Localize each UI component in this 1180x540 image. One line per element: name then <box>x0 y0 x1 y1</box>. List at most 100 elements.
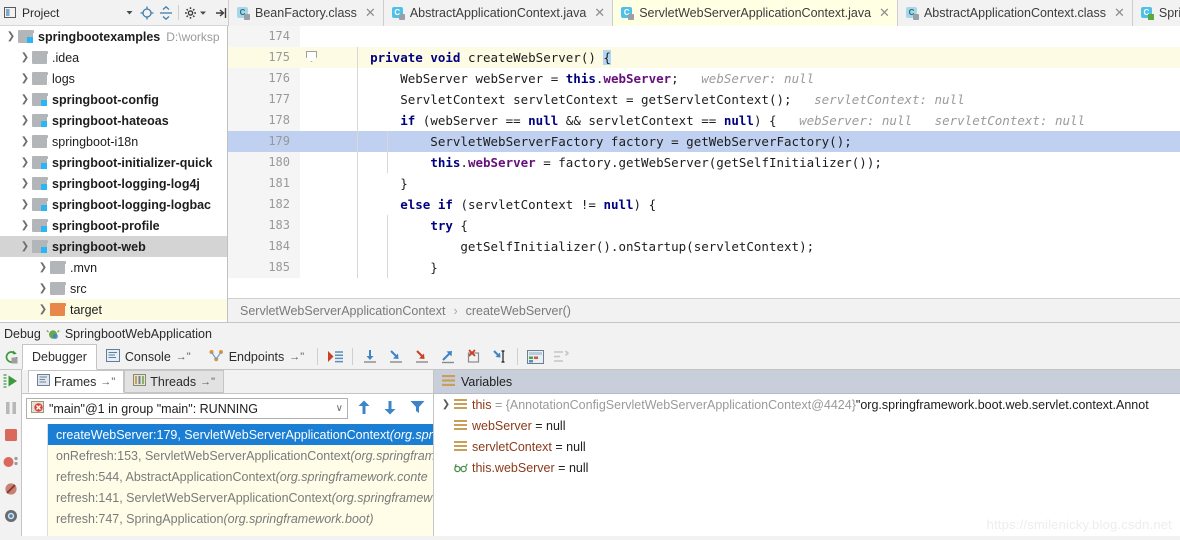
code-text[interactable]: private void createWebServer() { <box>324 47 1180 68</box>
close-icon[interactable]: ✕ <box>1114 5 1125 21</box>
chevron-down-icon[interactable]: ∨ <box>336 403 343 414</box>
pause-program-icon[interactable] <box>4 401 18 418</box>
breadcrumb-method[interactable]: createWebServer() <box>466 304 571 318</box>
code-text[interactable]: else if (servletContext != null) { <box>324 194 1180 215</box>
tree-row-springbootexamples[interactable]: ❯ springbootexamples D:\worksp <box>0 26 227 47</box>
frame-row[interactable]: refresh:747, SpringApplication (org.spri… <box>48 508 433 529</box>
fold-gutter[interactable] <box>300 236 324 257</box>
move-up-icon[interactable] <box>354 400 374 418</box>
chevron-right-icon[interactable]: ❯ <box>36 283 50 294</box>
filter-frames-icon[interactable] <box>406 400 429 417</box>
evaluate-expression-icon[interactable] <box>522 344 548 369</box>
variable-row[interactable]: ❯ this = {AnnotationConfigServletWebServe… <box>434 394 1180 415</box>
mute-breakpoints-icon[interactable] <box>4 482 18 499</box>
code-line[interactable]: 181 } <box>228 173 1180 194</box>
project-tree[interactable]: ❯ springbootexamples D:\worksp ❯ .idea ❯… <box>0 26 228 322</box>
code-text[interactable]: try { <box>324 215 1180 236</box>
variables-list[interactable]: ❯ this = {AnnotationConfigServletWebServe… <box>434 394 1180 478</box>
fold-gutter[interactable] <box>300 89 324 110</box>
breadcrumb-class[interactable]: ServletWebServerApplicationContext <box>240 304 445 318</box>
chevron-right-icon[interactable]: ❯ <box>18 178 32 189</box>
tree-row-springboot-initializer-quick[interactable]: ❯ springboot-initializer-quick <box>0 152 227 173</box>
code-editor[interactable]: 174 175 private void createWebServer() {1… <box>228 26 1180 322</box>
tree-row-springboot-logging-logback[interactable]: ❯ springboot-logging-logbac <box>0 194 227 215</box>
close-icon[interactable]: ✕ <box>879 5 890 21</box>
fold-gutter[interactable] <box>300 173 324 194</box>
editor-tab-servletwebserverapplicationcontext-java[interactable]: C ServletWebServerApplicationContext.jav… <box>613 0 898 26</box>
chevron-right-icon[interactable]: ❯ <box>36 262 50 273</box>
variable-row[interactable]: ❯servletContext = null <box>434 436 1180 457</box>
tree-row-springboot-profile[interactable]: ❯ springboot-profile <box>0 215 227 236</box>
settings-layout-icon[interactable] <box>548 344 574 369</box>
pin-tab-icon[interactable]: →" <box>200 376 215 388</box>
editor-tab-springapplication[interactable]: C SpringA <box>1132 0 1180 26</box>
code-text[interactable]: getSelfInitializer().onStartup(servletCo… <box>324 236 1180 257</box>
chevron-right-icon[interactable]: ❯ <box>36 304 50 315</box>
chevron-down-icon[interactable]: ❯ <box>4 31 18 42</box>
chevron-right-icon[interactable]: ❯ <box>18 136 32 147</box>
chevron-right-icon[interactable]: ❯ <box>18 115 32 126</box>
editor-tab-abstractapplicationcontext-class[interactable]: C AbstractApplicationContext.class ✕ <box>897 0 1133 26</box>
chevron-right-icon[interactable]: ❯ <box>18 94 32 105</box>
code-text[interactable]: } <box>324 173 1180 194</box>
code-line[interactable]: 175 private void createWebServer() { <box>228 47 1180 68</box>
force-step-into-icon[interactable] <box>409 344 435 369</box>
debugger-settings-icon[interactable] <box>4 509 18 526</box>
frames-list[interactable]: createWebServer:179, ServletWebServerApp… <box>48 424 433 536</box>
fold-gutter[interactable] <box>300 68 324 89</box>
tab-endpoints[interactable]: Endpoints →" <box>200 344 314 370</box>
code-text[interactable]: } <box>324 257 1180 278</box>
tree-row-springboot-web[interactable]: ❯ springboot-web <box>0 236 227 257</box>
editor-tab-beanfactory-class[interactable]: C BeanFactory.class ✕ <box>228 0 384 26</box>
fold-gutter[interactable] <box>300 152 324 173</box>
resume-program-icon[interactable] <box>3 374 19 391</box>
code-line[interactable]: 174 <box>228 26 1180 47</box>
fold-gutter[interactable] <box>300 110 324 131</box>
debug-config-name[interactable]: SpringbootWebApplication <box>65 327 212 341</box>
code-line[interactable]: 185 } <box>228 257 1180 278</box>
tree-row-springboot-config[interactable]: ❯ springboot-config <box>0 89 227 110</box>
code-text[interactable]: ServletContext servletContext = getServl… <box>324 89 1180 110</box>
move-down-icon[interactable] <box>380 400 400 418</box>
rerun-icon[interactable] <box>0 344 22 369</box>
variable-row[interactable]: ❯this.webServer = null <box>434 457 1180 478</box>
tree-row-springboot-i18n[interactable]: ❯ springboot-i18n <box>0 131 227 152</box>
chevron-right-icon[interactable]: ❯ <box>18 73 32 84</box>
frame-row[interactable]: createWebServer:179, ServletWebServerApp… <box>48 424 433 445</box>
tab-frames[interactable]: Frames →" <box>28 370 125 393</box>
drop-frame-icon[interactable] <box>461 344 487 369</box>
step-out-icon[interactable] <box>435 344 461 369</box>
code-line[interactable]: 176 WebServer webServer = this.webServer… <box>228 68 1180 89</box>
stop-icon[interactable] <box>4 428 18 445</box>
chevron-right-icon[interactable]: ❯ <box>18 199 32 210</box>
hide-panel-icon[interactable] <box>214 6 228 20</box>
thread-selector[interactable]: "main"@1 in group "main": RUNNING ∨ <box>26 398 348 419</box>
fold-gutter[interactable] <box>300 131 324 152</box>
pin-tab-icon[interactable]: →" <box>289 351 304 363</box>
chevron-right-icon[interactable]: ❯ <box>18 157 32 168</box>
code-line[interactable]: 182 else if (servletContext != null) { <box>228 194 1180 215</box>
pin-tab-icon[interactable]: →" <box>176 351 191 363</box>
tab-console[interactable]: Console →" <box>97 344 200 370</box>
step-over-icon[interactable] <box>357 344 383 369</box>
frame-row[interactable]: refresh:141, ServletWebServerApplication… <box>48 487 433 508</box>
step-into-icon[interactable] <box>383 344 409 369</box>
code-text[interactable]: this.webServer = factory.getWebServer(ge… <box>324 152 1180 173</box>
fold-gutter[interactable] <box>300 47 324 68</box>
tree-row-idea[interactable]: ❯ .idea <box>0 47 227 68</box>
chevron-right-icon[interactable]: ❯ <box>18 52 32 63</box>
gear-icon[interactable] <box>184 6 198 20</box>
tree-row-springboot-logging-log4j[interactable]: ❯ springboot-logging-log4j <box>0 173 227 194</box>
show-execution-point-icon[interactable] <box>322 344 348 369</box>
code-line[interactable]: 180 this.webServer = factory.getWebServe… <box>228 152 1180 173</box>
code-line[interactable]: 184 getSelfInitializer().onStartup(servl… <box>228 236 1180 257</box>
fold-gutter[interactable] <box>300 215 324 236</box>
fold-gutter[interactable] <box>300 26 324 47</box>
locate-icon[interactable] <box>140 6 154 20</box>
code-line[interactable]: 183 try { <box>228 215 1180 236</box>
frame-row[interactable]: onRefresh:153, ServletWebServerApplicati… <box>48 445 433 466</box>
tree-row-src[interactable]: ❯ src <box>0 278 227 299</box>
tree-row-logs[interactable]: ❯ logs <box>0 68 227 89</box>
variable-row[interactable]: ❯webServer = null <box>434 415 1180 436</box>
collapse-method-icon[interactable] <box>306 51 317 62</box>
